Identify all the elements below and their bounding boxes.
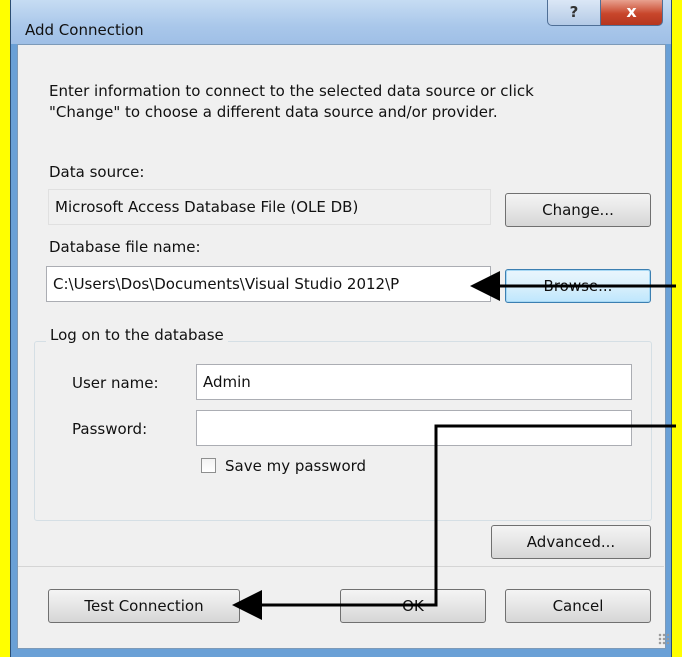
annotation-arrows xyxy=(232,271,676,620)
annotation-arrow-test-connection xyxy=(232,424,676,620)
